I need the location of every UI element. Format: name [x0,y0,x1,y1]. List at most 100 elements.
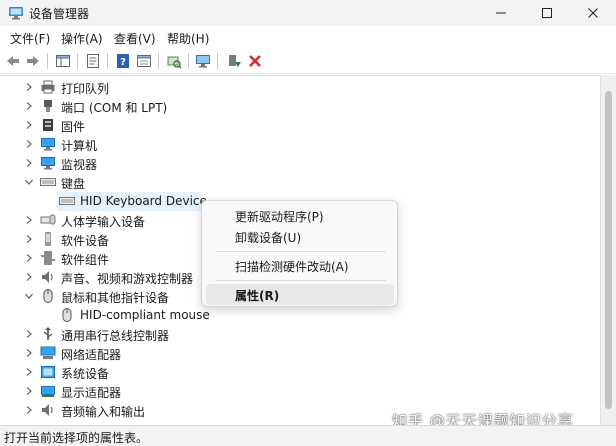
maximize-button[interactable] [524,0,570,26]
update-driver-button[interactable] [225,52,243,70]
menu-item-update-driver[interactable]: 更新驱动程序(P) [206,205,394,226]
menu-item-scan-hardware[interactable]: 扫描检测硬件改动(A) [206,255,394,276]
status-bar: 打开当前选择项的属性表。 [0,425,616,446]
tree-node-label: HID Keyboard Device [80,194,207,208]
view-list-icon [137,55,151,67]
chevron-right-icon[interactable] [24,386,34,396]
arrow-left-icon [7,56,19,66]
tree-node[interactable]: HID-compliant mouse [0,306,600,325]
tree-node-label: 计算机 [61,139,98,153]
chevron-right-icon[interactable] [24,158,34,168]
chevron-right-icon[interactable] [24,120,34,130]
display-adapter-icon [41,386,55,397]
software-component-icon [41,251,55,265]
toolbar-separator [77,53,78,69]
tree-node-label: 鼠标和其他指针设备 [61,291,170,305]
chevron-down-icon[interactable] [24,177,34,187]
menu-item-label: 扫描检测硬件改动(A) [235,260,349,274]
properties-button[interactable] [84,52,102,70]
tree-node-label: 打印队列 [61,82,110,96]
chevron-right-icon[interactable] [24,367,34,377]
menu-item-properties[interactable]: 属性(R) [206,284,394,305]
tree-node[interactable]: 显示适配器 [0,382,600,401]
tree-node[interactable]: 系统设备 [0,363,600,382]
status-text: 打开当前选择项的属性表。 [4,431,149,445]
tree-node-label: 通用串行总线控制器 [61,329,170,343]
close-button[interactable] [570,0,616,26]
sound-icon [42,271,53,283]
properties-icon [87,54,99,68]
context-menu: 更新驱动程序(P) 卸载设备(U) 扫描检测硬件改动(A) 属性(R) [201,200,398,307]
chevron-right-icon[interactable] [24,405,34,415]
menu-item-label: 更新驱动程序(P) [235,210,324,224]
scan-hardware-button[interactable] [165,52,183,70]
menu-item-uninstall[interactable]: 卸载设备(U) [206,226,394,247]
tree-node-label: 系统设备 [61,367,110,381]
monitor-icon [196,55,210,68]
chevron-right-icon[interactable] [24,139,34,149]
network-icon [40,346,56,359]
vertical-scrollbar[interactable] [600,75,616,425]
tree-node-label: 人体学输入设备 [61,215,146,229]
chevron-right-icon[interactable] [24,101,34,111]
chevron-right-icon[interactable] [24,215,34,225]
show-hide-tree-button[interactable] [54,52,72,70]
monitor-button[interactable] [194,52,212,70]
arrow-right-icon [27,56,39,66]
computer-icon [41,138,55,151]
forward-button[interactable] [24,52,42,70]
uninstall-button[interactable] [246,52,264,70]
maximize-icon [542,8,552,18]
chevron-down-icon[interactable] [24,291,34,301]
chevron-right-icon[interactable] [24,253,34,263]
help-button[interactable]: ? [114,52,132,70]
minimize-icon [496,12,506,14]
chevron-right-icon[interactable] [24,82,34,92]
chevron-right-icon[interactable] [24,329,34,339]
chevron-right-icon[interactable] [24,234,34,244]
back-button[interactable] [4,52,22,70]
mouse-icon [62,308,72,322]
title-bar: 设备管理器 [0,0,616,26]
audio-icon [42,404,53,416]
menu-help[interactable]: 帮助(H) [167,30,209,47]
toolbar-separator [47,53,48,69]
delete-x-icon [249,55,261,67]
tree-node[interactable]: 计算机 [0,135,600,154]
console-tree-icon [56,55,70,67]
menu-item-label: 属性(R) [235,289,280,303]
toolbar-separator [217,53,218,69]
system-icon [41,366,55,378]
menu-bar: 文件(F) 操作(A) 查看(V) 帮助(H) [0,26,616,48]
tree-node[interactable]: 固件 [0,116,600,135]
chevron-right-icon[interactable] [24,348,34,358]
printer-icon [41,80,55,94]
menu-file[interactable]: 文件(F) [10,30,50,47]
scrollbar-thumb[interactable] [605,91,612,409]
device-manager-icon [9,7,23,20]
tree-node-label: 显示适配器 [61,386,122,400]
keyboard-icon [59,197,75,205]
view-button[interactable] [135,52,153,70]
toolbar-separator [107,53,108,69]
tree-node-label: 软件组件 [61,253,110,267]
hid-icon [40,214,56,225]
svg-text:?: ? [120,57,126,68]
menu-action[interactable]: 操作(A) [61,30,103,47]
tree-node-label: 固件 [61,120,86,134]
close-icon [588,8,598,18]
scan-hardware-icon [167,56,182,69]
tree-node[interactable]: 端口 (COM 和 LPT) [0,97,600,116]
minimize-button[interactable] [478,0,524,26]
tree-node-label: 软件设备 [61,234,110,248]
tree-node[interactable]: 网络适配器 [0,344,600,363]
tree-node[interactable]: 通用串行总线控制器 [0,325,600,344]
menu-view[interactable]: 查看(V) [114,30,156,47]
tree-node-label: 端口 (COM 和 LPT) [61,101,168,115]
tree-node[interactable]: 键盘 [0,173,600,192]
menu-separator [216,251,386,252]
tree-node[interactable]: 打印队列 [0,78,600,97]
monitor-icon [41,157,55,170]
chevron-right-icon[interactable] [24,272,34,282]
tree-node[interactable]: 监视器 [0,154,600,173]
